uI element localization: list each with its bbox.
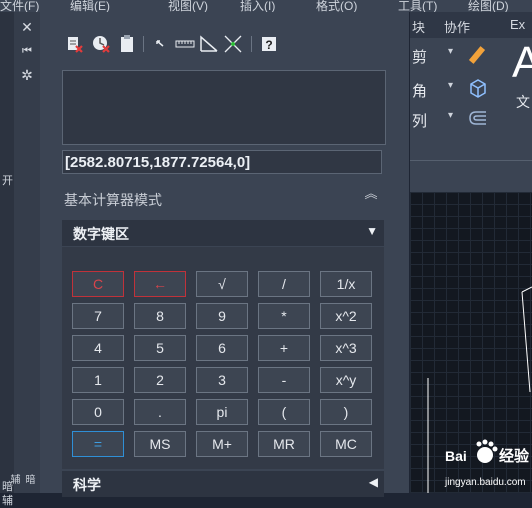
key-button[interactable]: ) <box>320 399 372 425</box>
settings-icon[interactable]: ✲ <box>18 66 36 84</box>
key-button[interactable]: 3 <box>196 367 248 393</box>
paste-icon[interactable] <box>117 34 137 54</box>
left-label: 辅 <box>2 495 13 507</box>
scientific-header[interactable]: 科学 ◀ <box>62 471 384 497</box>
ribbon-separator <box>410 160 532 161</box>
scientific-title: 科学 <box>73 477 101 493</box>
svg-text:jingyan.baidu.com: jingyan.baidu.com <box>444 477 526 488</box>
ribbon-dropdown-icon[interactable]: ▾ <box>448 46 453 57</box>
ribbon-fillet[interactable]: 角 <box>412 80 427 101</box>
intersection-icon[interactable] <box>223 34 243 54</box>
key-button[interactable]: x^3 <box>320 335 372 361</box>
key-button[interactable]: 2 <box>134 367 186 393</box>
key-button[interactable]: ( <box>258 399 310 425</box>
key-button[interactable]: x^y <box>320 367 372 393</box>
key-button[interactable]: = <box>72 431 124 457</box>
ribbon-array[interactable]: 列 <box>412 110 427 131</box>
chevron-down-icon[interactable]: ▼ <box>366 224 378 238</box>
expression-input[interactable]: [2582.80715,1877.72564,0] <box>62 150 382 174</box>
offset-icon[interactable] <box>466 106 490 130</box>
number-pad: C ← √ / 1/x 7 8 9 * x^2 4 5 6 + x^3 1 2 3- x^y 0. pi () = MS M+ M… <box>62 247 384 469</box>
background-menubar: 文件(F) 编辑(E) 视图(V) 插入(I) 格式(O) 工具(T) 绘图(D… <box>0 0 532 13</box>
ribbon-text-label: 文 <box>516 94 530 110</box>
key-button[interactable]: 6 <box>196 335 248 361</box>
key-button[interactable]: / <box>258 271 310 297</box>
cube-icon[interactable] <box>466 76 490 100</box>
toolbar-separator <box>251 36 252 52</box>
number-pad-header[interactable]: 数字键区 ▼ <box>62 220 384 246</box>
palette-titlebar[interactable]: ✕ ⏮ ✲ 暗辅 <box>8 12 41 493</box>
key-button[interactable]: + <box>258 335 310 361</box>
key-button[interactable]: 1 <box>72 367 124 393</box>
key-button[interactable]: . <box>134 399 186 425</box>
collapse-icon[interactable]: ︽ <box>362 187 380 207</box>
key-button[interactable]: 7 <box>72 303 124 329</box>
ribbon-dropdown-icon[interactable]: ▾ <box>448 80 453 91</box>
distance-icon[interactable] <box>175 34 195 54</box>
key-button[interactable]: MR <box>258 431 310 457</box>
left-label: 开 <box>2 175 13 187</box>
clear-history-icon[interactable] <box>91 34 111 54</box>
key-button[interactable]: 4 <box>72 335 124 361</box>
ribbon-tab-express[interactable]: Ex <box>510 17 525 32</box>
clear-icon[interactable] <box>65 34 85 54</box>
mode-title: 基本计算器模式 <box>64 192 162 208</box>
key-button[interactable]: 9 <box>196 303 248 329</box>
history-display <box>62 70 386 145</box>
key-button[interactable]: ← <box>134 271 186 297</box>
key-button[interactable]: 8 <box>134 303 186 329</box>
quickcalc-palette: ? [2582.80715,1877.72564,0] 基本计算器模式 ︽ 数字… <box>40 12 409 497</box>
key-button[interactable]: MS <box>134 431 186 457</box>
close-icon[interactable]: ✕ <box>18 18 36 36</box>
svg-text:?: ? <box>265 38 272 52</box>
key-button[interactable]: C <box>72 271 124 297</box>
key-button[interactable]: x^2 <box>320 303 372 329</box>
ribbon-tab-block[interactable]: 块 <box>412 17 425 36</box>
auto-hide-icon[interactable]: ⏮ <box>18 42 36 60</box>
get-coordinates-icon[interactable] <box>151 34 171 54</box>
key-button[interactable]: 0 <box>72 399 124 425</box>
key-button[interactable]: 5 <box>134 335 186 361</box>
ribbon-text-large[interactable]: A <box>512 38 532 88</box>
chevron-left-icon[interactable]: ◀ <box>369 475 378 489</box>
ribbon-tabs: 块 协作 Ex <box>410 12 532 38</box>
key-button[interactable]: pi <box>196 399 248 425</box>
key-button[interactable]: √ <box>196 271 248 297</box>
toolbar-separator <box>143 36 144 52</box>
help-icon[interactable]: ? <box>259 34 279 54</box>
key-button[interactable]: M+ <box>196 431 248 457</box>
key-button[interactable]: 1/x <box>320 271 372 297</box>
number-pad-title: 数字键区 <box>73 226 129 242</box>
pencil-icon[interactable] <box>466 44 490 68</box>
key-button[interactable]: * <box>258 303 310 329</box>
svg-text:Bai: Bai <box>445 448 467 464</box>
angle-icon[interactable] <box>199 34 219 54</box>
ribbon-trim[interactable]: 剪 <box>412 46 427 67</box>
baidu-jingyan-watermark: Bai 经验 jingyan.baidu.com <box>444 439 530 488</box>
ribbon-tab-collab[interactable]: 协作 <box>444 17 470 36</box>
svg-text:经验: 经验 <box>499 447 530 465</box>
key-button[interactable]: MC <box>320 431 372 457</box>
palette-side-label: 暗辅 <box>8 474 34 484</box>
key-button[interactable]: - <box>258 367 310 393</box>
ribbon-dropdown-icon[interactable]: ▾ <box>448 110 453 121</box>
